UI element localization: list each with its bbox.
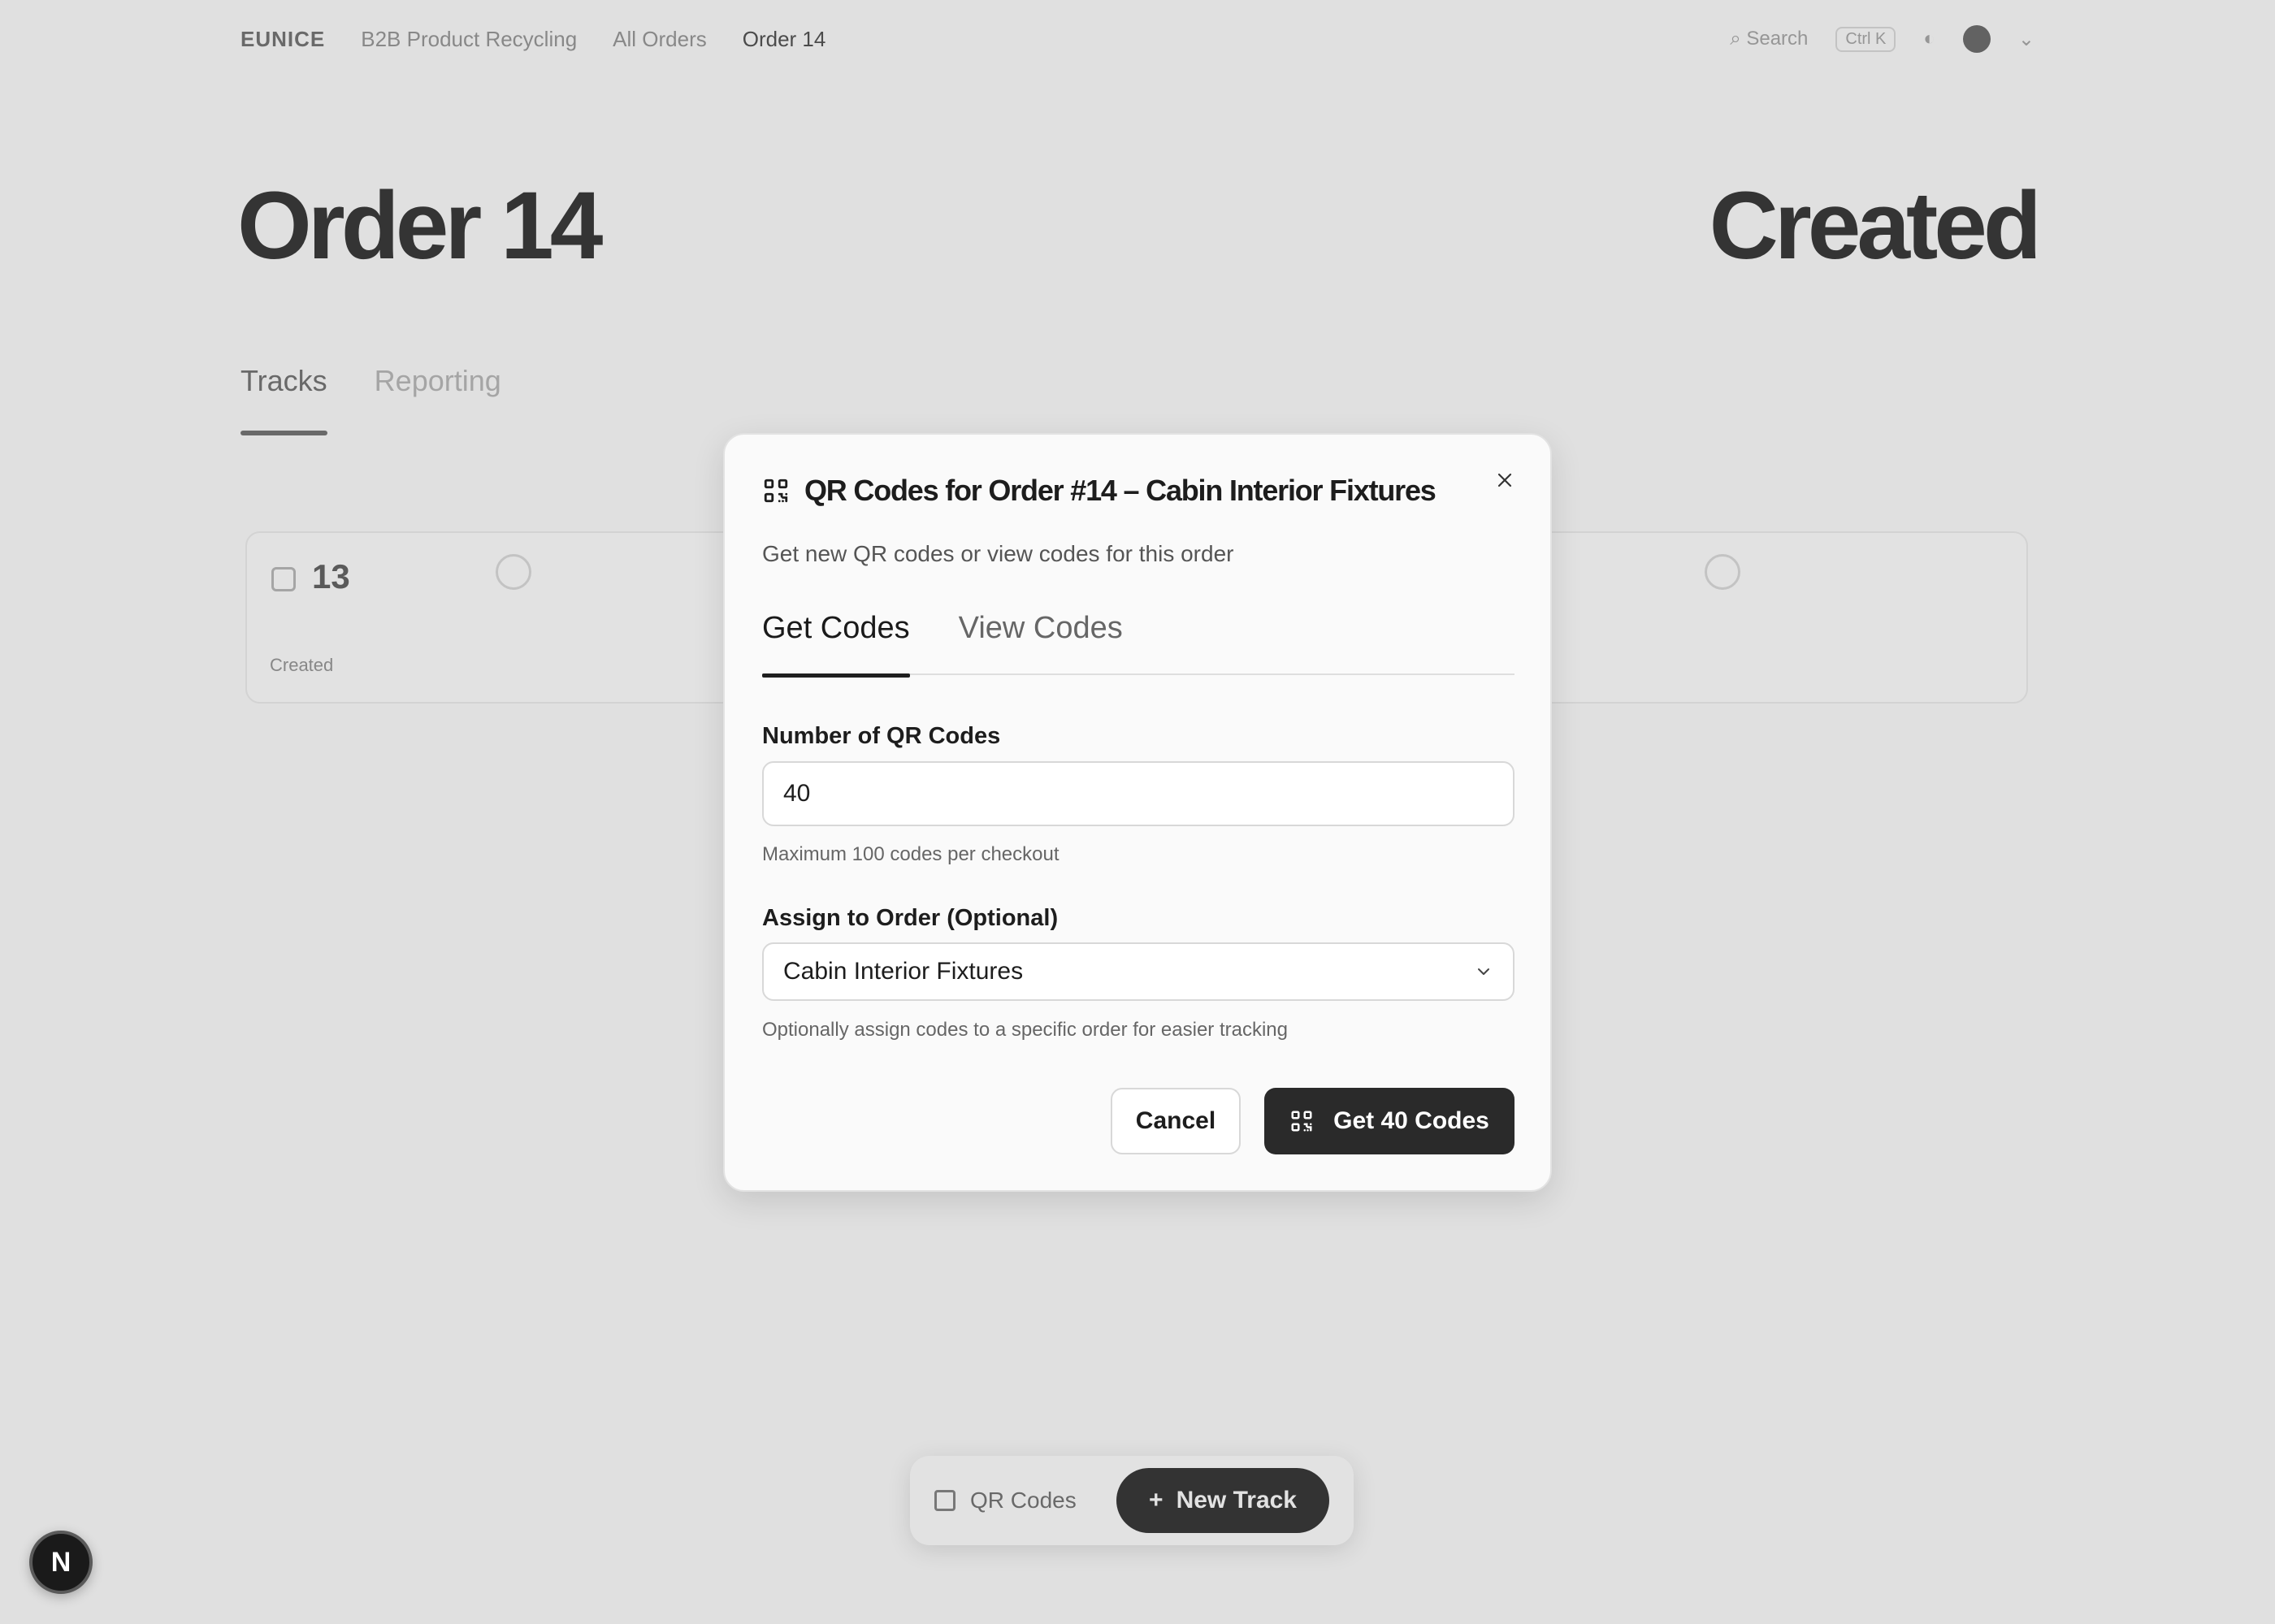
qr-codes-dialog: QR Codes for Order #14 – Cabin Interior … <box>723 433 1552 1192</box>
cancel-button[interactable]: Cancel <box>1111 1088 1241 1154</box>
qr-count-hint: Maximum 100 codes per checkout <box>762 843 1060 865</box>
qr-count-label: Number of QR Codes <box>762 723 1001 749</box>
assign-order-label: Assign to Order (Optional) <box>762 905 1059 931</box>
chevron-down-icon <box>1478 968 1489 975</box>
assign-order-select[interactable]: Cabin Interior Fixtures <box>762 942 1514 1001</box>
assign-order-value: Cabin Interior Fixtures <box>783 958 1024 985</box>
assign-order-hint: Optionally assign codes to a specific or… <box>762 1019 1288 1041</box>
close-button[interactable] <box>1487 462 1523 498</box>
dialog-description: Get new QR codes or view codes for this … <box>762 541 1234 566</box>
dev-tools-badge[interactable]: N <box>29 1531 93 1594</box>
get-codes-label: Get 40 Codes <box>1333 1107 1489 1134</box>
tab-view-codes[interactable]: View Codes <box>959 612 1123 675</box>
qr-code-icon <box>1291 1111 1312 1132</box>
dialog-title: QR Codes for Order #14 – Cabin Interior … <box>804 474 1436 507</box>
dialog-header: QR Codes for Order #14 – Cabin Interior … <box>762 474 1436 508</box>
close-icon <box>1497 473 1512 487</box>
dialog-tabs: Get Codes View Codes <box>762 612 1514 678</box>
get-codes-button[interactable]: Get 40 Codes <box>1264 1088 1514 1154</box>
tab-get-codes[interactable]: Get Codes <box>762 612 910 678</box>
qr-code-icon <box>764 479 788 503</box>
qr-count-input[interactable] <box>762 761 1514 826</box>
